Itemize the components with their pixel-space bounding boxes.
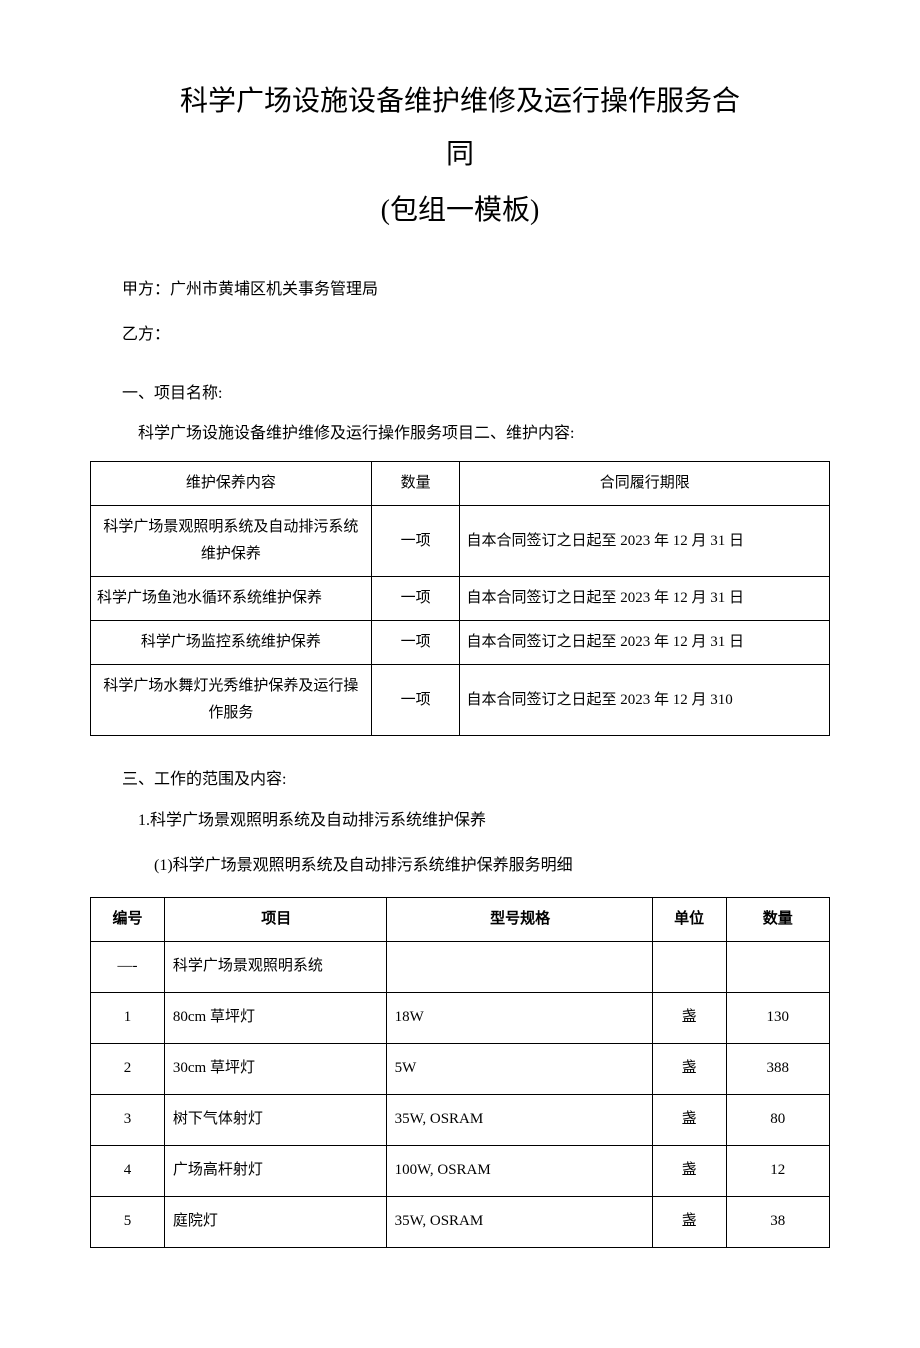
table-row: —- 科学广场景观照明系统 bbox=[91, 941, 830, 992]
cell-spec bbox=[386, 941, 652, 992]
cell-no: 4 bbox=[91, 1145, 165, 1196]
cell-period: 自本合同签订之日起至 2023 年 12 月 31 日 bbox=[460, 506, 830, 577]
cell-qty: 130 bbox=[726, 992, 829, 1043]
cell-no: 2 bbox=[91, 1043, 165, 1094]
cell-period: 自本合同签订之日起至 2023 年 12 月 31 日 bbox=[460, 577, 830, 621]
table-row: 1 80cm 草坪灯 18W 盏 130 bbox=[91, 992, 830, 1043]
table-row: 5 庭院灯 35W, OSRAM 盏 38 bbox=[91, 1196, 830, 1247]
col-header-no: 编号 bbox=[91, 897, 165, 941]
table-header-row: 编号 项目 型号规格 单位 数量 bbox=[91, 897, 830, 941]
cell-content: 科学广场景观照明系统及自动排污系统维护保养 bbox=[91, 506, 372, 577]
col-header-period: 合同履行期限 bbox=[460, 462, 830, 506]
cell-content: 科学广场鱼池水循环系统维护保养 bbox=[91, 577, 372, 621]
table-row: 科学广场鱼池水循环系统维护保养 一项 自本合同签订之日起至 2023 年 12 … bbox=[91, 577, 830, 621]
cell-item: 80cm 草坪灯 bbox=[164, 992, 386, 1043]
cell-no: —- bbox=[91, 941, 165, 992]
cell-qty: 一项 bbox=[371, 577, 460, 621]
cell-content: 科学广场监控系统维护保养 bbox=[91, 621, 372, 665]
cell-period: 自本合同签订之日起至 2023 年 12 月 31 日 bbox=[460, 621, 830, 665]
maintenance-content-table: 维护保养内容 数量 合同履行期限 科学广场景观照明系统及自动排污系统维护保养 一… bbox=[90, 461, 830, 736]
cell-spec: 35W, OSRAM bbox=[386, 1094, 652, 1145]
cell-item: 庭院灯 bbox=[164, 1196, 386, 1247]
cell-unit: 盏 bbox=[652, 1196, 726, 1247]
cell-spec: 35W, OSRAM bbox=[386, 1196, 652, 1247]
table-row: 科学广场监控系统维护保养 一项 自本合同签订之日起至 2023 年 12 月 3… bbox=[91, 621, 830, 665]
cell-qty: 80 bbox=[726, 1094, 829, 1145]
cell-unit: 盏 bbox=[652, 1094, 726, 1145]
table-row: 科学广场水舞灯光秀维护保养及运行操作服务 一项 自本合同签订之日起至 2023 … bbox=[91, 665, 830, 736]
party-b-line: 乙方： bbox=[90, 321, 830, 350]
document-subtitle: (包组一模板) bbox=[90, 186, 830, 236]
table-row: 3 树下气体射灯 35W, OSRAM 盏 80 bbox=[91, 1094, 830, 1145]
section-3-sub1-1: (1)科学广场景观照明系统及自动排污系统维护保养服务明细 bbox=[90, 852, 830, 881]
party-a-line: 甲方：广州市黄埔区机关事务管理局 bbox=[90, 276, 830, 305]
party-a-value: 广州市黄埔区机关事务管理局 bbox=[170, 281, 378, 298]
col-header-unit: 单位 bbox=[652, 897, 726, 941]
cell-unit: 盏 bbox=[652, 1043, 726, 1094]
cell-no: 1 bbox=[91, 992, 165, 1043]
cell-item: 科学广场景观照明系统 bbox=[164, 941, 386, 992]
cell-item: 广场高杆射灯 bbox=[164, 1145, 386, 1196]
cell-spec: 5W bbox=[386, 1043, 652, 1094]
party-b-label: 乙方： bbox=[122, 326, 170, 343]
cell-qty: 一项 bbox=[371, 621, 460, 665]
table-header-row: 维护保养内容 数量 合同履行期限 bbox=[91, 462, 830, 506]
col-header-spec: 型号规格 bbox=[386, 897, 652, 941]
document-title-line1: 科学广场设施设备维护维修及运行操作服务合 bbox=[90, 80, 830, 125]
section-3-sub1: 1.科学广场景观照明系统及自动排污系统维护保养 bbox=[90, 807, 830, 836]
table-row: 科学广场景观照明系统及自动排污系统维护保养 一项 自本合同签订之日起至 2023… bbox=[91, 506, 830, 577]
cell-unit: 盏 bbox=[652, 992, 726, 1043]
party-a-label: 甲方： bbox=[122, 281, 170, 298]
service-detail-table: 编号 项目 型号规格 单位 数量 —- 科学广场景观照明系统 1 80cm 草坪… bbox=[90, 897, 830, 1248]
section-1-text: 科学广场设施设备维护维修及运行操作服务项目二、维护内容: bbox=[90, 420, 830, 449]
table-row: 2 30cm 草坪灯 5W 盏 388 bbox=[91, 1043, 830, 1094]
section-3-heading: 三、工作的范围及内容: bbox=[90, 766, 830, 795]
col-header-item: 项目 bbox=[164, 897, 386, 941]
cell-qty: 12 bbox=[726, 1145, 829, 1196]
col-header-content: 维护保养内容 bbox=[91, 462, 372, 506]
cell-qty: 38 bbox=[726, 1196, 829, 1247]
cell-period: 自本合同签订之日起至 2023 年 12 月 310 bbox=[460, 665, 830, 736]
cell-item: 30cm 草坪灯 bbox=[164, 1043, 386, 1094]
cell-no: 3 bbox=[91, 1094, 165, 1145]
document-title-line2: 同 bbox=[90, 133, 830, 178]
section-1-heading: 一、项目名称: bbox=[90, 380, 830, 409]
cell-spec: 100W, OSRAM bbox=[386, 1145, 652, 1196]
cell-qty: 388 bbox=[726, 1043, 829, 1094]
cell-content: 科学广场水舞灯光秀维护保养及运行操作服务 bbox=[91, 665, 372, 736]
cell-unit: 盏 bbox=[652, 1145, 726, 1196]
col-header-qty: 数量 bbox=[726, 897, 829, 941]
table-row: 4 广场高杆射灯 100W, OSRAM 盏 12 bbox=[91, 1145, 830, 1196]
cell-spec: 18W bbox=[386, 992, 652, 1043]
cell-item: 树下气体射灯 bbox=[164, 1094, 386, 1145]
col-header-qty: 数量 bbox=[371, 462, 460, 506]
cell-no: 5 bbox=[91, 1196, 165, 1247]
cell-qty bbox=[726, 941, 829, 992]
cell-qty: 一项 bbox=[371, 665, 460, 736]
cell-unit bbox=[652, 941, 726, 992]
cell-qty: 一项 bbox=[371, 506, 460, 577]
